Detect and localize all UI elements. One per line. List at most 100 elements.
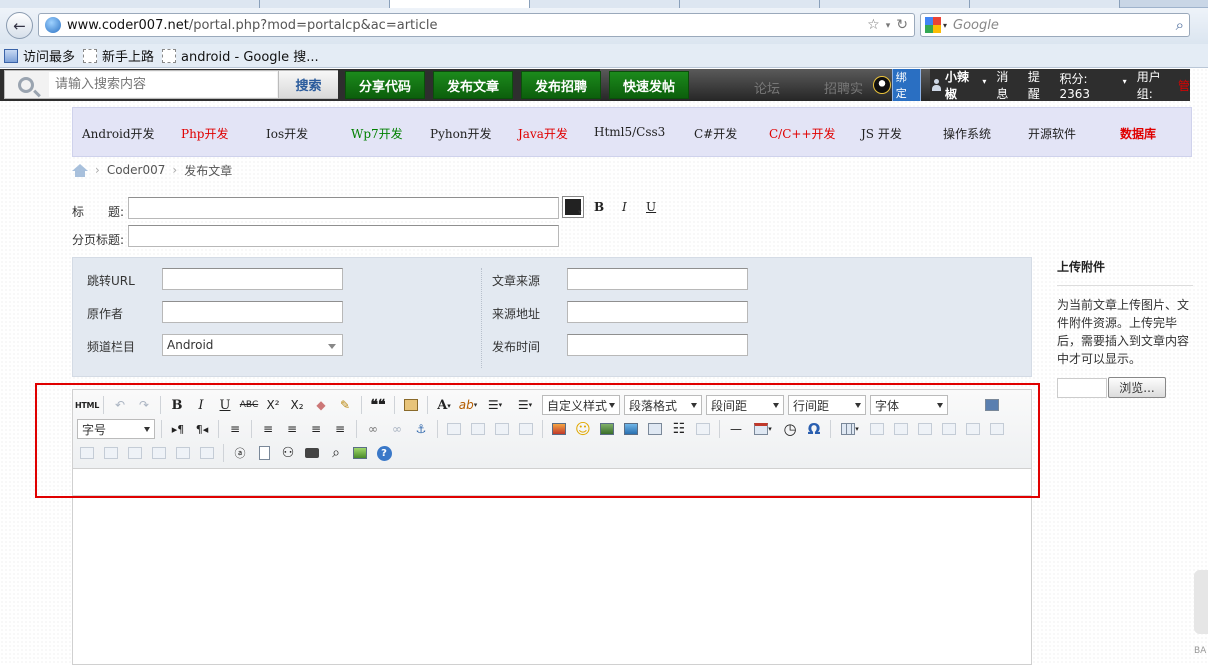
underline-icon[interactable]: U	[215, 395, 235, 415]
cat-cpp[interactable]: C/C++开发	[769, 125, 836, 142]
cat-java[interactable]: Java开发	[518, 125, 568, 142]
html-source-button[interactable]: HTML	[75, 395, 99, 415]
site-search-button[interactable]: 搜索	[278, 71, 338, 98]
insert-paragraph-before-table-icon[interactable]	[891, 419, 911, 439]
font-family-dropdown[interactable]: 字体	[870, 395, 948, 415]
source-input[interactable]	[567, 268, 748, 290]
publish-job-button[interactable]: 发布招聘	[521, 71, 601, 99]
insert-image-icon[interactable]	[549, 419, 569, 439]
bookmark-star-icon[interactable]: ☆	[867, 17, 880, 33]
source-url-input[interactable]	[567, 301, 748, 323]
address-bar[interactable]: www.coder007.net/portal.php?mod=portalcp…	[38, 13, 915, 37]
bg-link-jobs[interactable]: 招聘实	[824, 78, 863, 97]
browser-tab[interactable]	[820, 0, 970, 8]
indent-icon[interactable]: ≡	[225, 419, 245, 439]
help-icon[interactable]: ?	[374, 443, 394, 463]
delete-table-icon[interactable]	[867, 419, 887, 439]
align-right-icon[interactable]: ≡	[306, 419, 326, 439]
word-image-icon[interactable]	[350, 443, 370, 463]
image-float-left-icon[interactable]	[468, 419, 488, 439]
user-menu-caret-icon[interactable]: ▾	[982, 77, 986, 86]
insert-col-icon[interactable]	[963, 419, 983, 439]
time-icon[interactable]: ◷	[780, 419, 800, 439]
browser-tab[interactable]	[680, 0, 820, 8]
align-left-icon[interactable]: ≡	[258, 419, 278, 439]
home-icon[interactable]	[72, 163, 88, 177]
breadcrumb-site[interactable]: Coder007	[107, 163, 166, 177]
username-link[interactable]: 小辣椒	[945, 69, 980, 101]
insert-row-icon[interactable]	[915, 419, 935, 439]
google-icon[interactable]	[925, 17, 941, 33]
print-icon[interactable]	[302, 443, 322, 463]
site-search-input[interactable]	[49, 72, 277, 97]
search-icon[interactable]: ⌕	[1176, 16, 1184, 34]
font-color-icon[interactable]: A ▾	[434, 395, 454, 415]
browser-tab-active[interactable]	[390, 0, 530, 8]
paragraph-spacing-dropdown[interactable]: 段间距	[706, 395, 784, 415]
clear-doc-icon[interactable]	[254, 443, 274, 463]
cat-android[interactable]: Android开发	[82, 125, 155, 142]
publish-time-input[interactable]	[567, 334, 748, 356]
browser-tab[interactable]	[260, 0, 390, 8]
usergroup-value[interactable]: 管	[1178, 77, 1190, 94]
dropdown-icon[interactable]: ▾	[886, 21, 891, 33]
align-center-icon[interactable]: ≡	[282, 419, 302, 439]
reload-icon[interactable]: ↻	[896, 17, 908, 33]
title-underline-button[interactable]: U	[646, 200, 656, 214]
bold-icon[interactable]: B	[167, 395, 187, 415]
horizontal-rule-icon[interactable]: —	[726, 419, 746, 439]
select-all-icon[interactable]: ⓐ	[230, 443, 250, 463]
cat-python[interactable]: Pyhon开发	[430, 125, 492, 142]
strikethrough-icon[interactable]: ABC	[239, 395, 259, 415]
search-engine-dropdown-icon[interactable]: ▾	[943, 21, 947, 30]
paragraph-format-dropdown[interactable]: 段落格式	[624, 395, 702, 415]
insert-table-icon[interactable]: ▾	[837, 419, 863, 439]
format-brush-icon[interactable]: ✎	[335, 395, 355, 415]
insert-frame-icon[interactable]	[645, 419, 665, 439]
file-path-field[interactable]	[1057, 378, 1107, 398]
background-icon[interactable]	[693, 419, 713, 439]
merge-down-icon[interactable]	[125, 443, 145, 463]
browser-tab[interactable]	[970, 0, 1120, 8]
browser-tabstrip[interactable]	[0, 0, 1208, 8]
bg-link-forum[interactable]: 论坛	[754, 78, 780, 97]
title-bold-button[interactable]: B	[594, 200, 604, 214]
insert-video-icon[interactable]	[597, 419, 617, 439]
author-input[interactable]	[162, 301, 343, 323]
unordered-list-icon[interactable]: ☰ ▾	[512, 395, 538, 415]
split-to-cells-icon[interactable]	[149, 443, 169, 463]
cat-html5[interactable]: Html5/Css3	[594, 125, 665, 139]
font-size-dropdown[interactable]: 字号	[77, 419, 155, 439]
jump-url-input[interactable]	[162, 268, 343, 290]
redo-icon[interactable]: ↷	[134, 395, 154, 415]
date-icon[interactable]: ▾	[750, 419, 776, 439]
quick-post-button[interactable]: 快速发帖	[609, 71, 689, 99]
special-char-icon[interactable]: Ω	[804, 419, 824, 439]
insert-map-icon[interactable]	[621, 419, 641, 439]
undo-icon[interactable]: ↶	[110, 395, 130, 415]
custom-style-dropdown[interactable]: 自定义样式	[542, 395, 620, 415]
fullscreen-icon[interactable]	[982, 395, 1002, 415]
browser-tab[interactable]	[0, 0, 260, 8]
highlight-color-icon[interactable]: ab ▾	[458, 395, 478, 415]
bookmark-most-visited[interactable]: 访问最多	[4, 46, 75, 65]
search-replace-icon[interactable]: ⚇	[278, 443, 298, 463]
image-float-right-icon[interactable]	[492, 419, 512, 439]
messages-link[interactable]: 消息	[996, 69, 1020, 101]
url-text[interactable]: www.coder007.net/portal.php?mod=portalcp…	[67, 18, 438, 33]
split-to-rows-icon[interactable]	[173, 443, 193, 463]
channel-select[interactable]: Android	[162, 334, 343, 356]
image-float-none-icon[interactable]	[444, 419, 464, 439]
italic-icon[interactable]: I	[191, 395, 211, 415]
ltr-direction-icon[interactable]: ▸¶	[168, 419, 188, 439]
publish-article-button[interactable]: 发布文章	[433, 71, 513, 99]
delete-col-icon[interactable]	[987, 419, 1007, 439]
preview-icon[interactable]: ⌕	[326, 443, 346, 463]
back-button[interactable]: ←	[6, 12, 33, 39]
points-link[interactable]: 积分: 2363	[1059, 70, 1120, 101]
split-to-cols-icon[interactable]	[197, 443, 217, 463]
link-icon[interactable]: ∞	[363, 419, 383, 439]
title-italic-button[interactable]: I	[622, 200, 627, 214]
editor-content-area[interactable]	[73, 470, 1031, 496]
cat-js[interactable]: JS 开发	[861, 125, 902, 142]
